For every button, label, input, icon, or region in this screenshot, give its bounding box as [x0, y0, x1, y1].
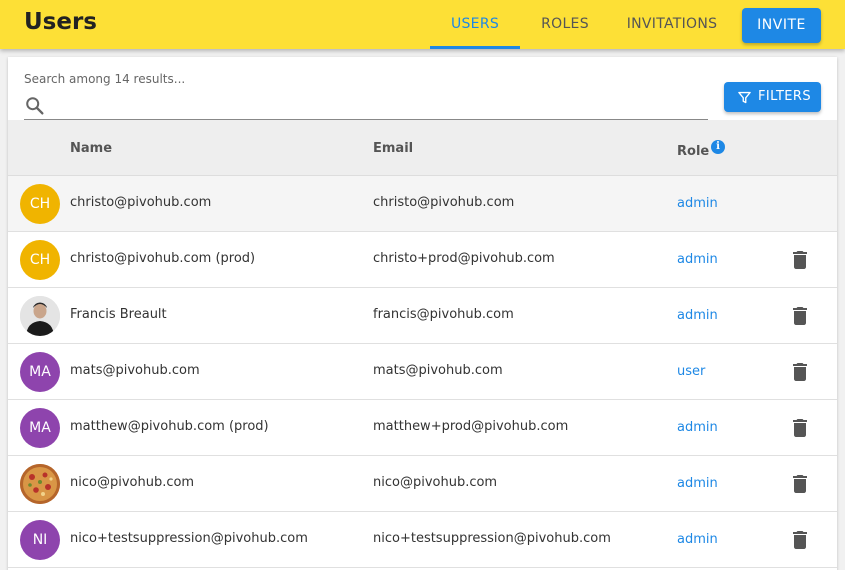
- table-row[interactable]: nico@pivohub.com nico@pivohub.com admin: [8, 456, 837, 512]
- avatar: [20, 296, 60, 336]
- table-row[interactable]: MA matthew@pivohub.com (prod) matthew+pr…: [8, 400, 837, 456]
- search-input[interactable]: [52, 91, 708, 117]
- user-role-link[interactable]: admin: [677, 476, 718, 491]
- search-label: Search among 14 results...: [24, 72, 186, 86]
- table-row[interactable]: MA mats@pivohub.com mats@pivohub.com use…: [8, 344, 837, 400]
- table-row[interactable]: NI nico+testsuppression@pivohub.com nico…: [8, 512, 837, 568]
- user-email: mats@pivohub.com: [373, 363, 503, 378]
- avatar: MA: [20, 352, 60, 392]
- trash-icon[interactable]: [788, 528, 812, 552]
- tab-users[interactable]: USERS: [430, 0, 520, 49]
- tab-invitations[interactable]: INVITATIONS: [616, 0, 728, 49]
- person-photo-icon: [20, 296, 60, 336]
- filters-label: FILTERS: [758, 89, 812, 104]
- user-role-link[interactable]: admin: [677, 532, 718, 547]
- trash-icon[interactable]: [788, 304, 812, 328]
- user-role-link[interactable]: admin: [677, 308, 718, 323]
- user-name: Francis Breault: [70, 307, 167, 322]
- filters-button[interactable]: FILTERS: [724, 82, 821, 112]
- user-name: christo@pivohub.com: [70, 195, 212, 210]
- trash-icon[interactable]: [788, 248, 812, 272]
- user-name: mats@pivohub.com: [70, 363, 200, 378]
- column-header-role[interactable]: Role: [677, 144, 709, 159]
- user-email: nico+testsuppression@pivohub.com: [373, 531, 611, 546]
- table-row[interactable]: Francis Breault francis@pivohub.com admi…: [8, 288, 837, 344]
- avatar: NI: [20, 520, 60, 560]
- user-role-link[interactable]: admin: [677, 196, 718, 211]
- search-icon: [26, 97, 44, 115]
- user-email: francis@pivohub.com: [373, 307, 514, 322]
- avatar: CH: [20, 184, 60, 224]
- table-row[interactable]: CH christo@pivohub.com christo@pivohub.c…: [8, 176, 837, 232]
- food-photo-icon: [20, 464, 60, 504]
- role-info-icon[interactable]: i: [711, 140, 725, 154]
- users-card: Search among 14 results... FILTERS Name …: [8, 57, 837, 570]
- user-email: matthew+prod@pivohub.com: [373, 419, 569, 434]
- table-row[interactable]: CH christo@pivohub.com (prod) christo+pr…: [8, 232, 837, 288]
- column-header-email[interactable]: Email: [373, 141, 413, 156]
- user-email: nico@pivohub.com: [373, 475, 498, 490]
- user-name: matthew@pivohub.com (prod): [70, 419, 269, 434]
- trash-icon[interactable]: [788, 416, 812, 440]
- app-header: Users USERS ROLES INVITATIONS INVITE: [0, 0, 845, 49]
- trash-icon[interactable]: [788, 472, 812, 496]
- avatar: [20, 464, 60, 504]
- user-name: nico@pivohub.com: [70, 475, 195, 490]
- page-title: Users: [24, 9, 97, 35]
- user-email: christo@pivohub.com: [373, 195, 515, 210]
- trash-icon[interactable]: [788, 360, 812, 384]
- user-name: nico+testsuppression@pivohub.com: [70, 531, 308, 546]
- user-email: christo+prod@pivohub.com: [373, 251, 555, 266]
- user-role-link[interactable]: user: [677, 364, 705, 379]
- filter-icon: [738, 91, 751, 104]
- user-role-link[interactable]: admin: [677, 420, 718, 435]
- avatar: CH: [20, 240, 60, 280]
- user-role-link[interactable]: admin: [677, 252, 718, 267]
- column-header-name[interactable]: Name: [70, 141, 112, 156]
- avatar: MA: [20, 408, 60, 448]
- user-name: christo@pivohub.com (prod): [70, 251, 256, 266]
- tab-roles[interactable]: ROLES: [530, 0, 600, 49]
- invite-button[interactable]: INVITE: [742, 8, 821, 43]
